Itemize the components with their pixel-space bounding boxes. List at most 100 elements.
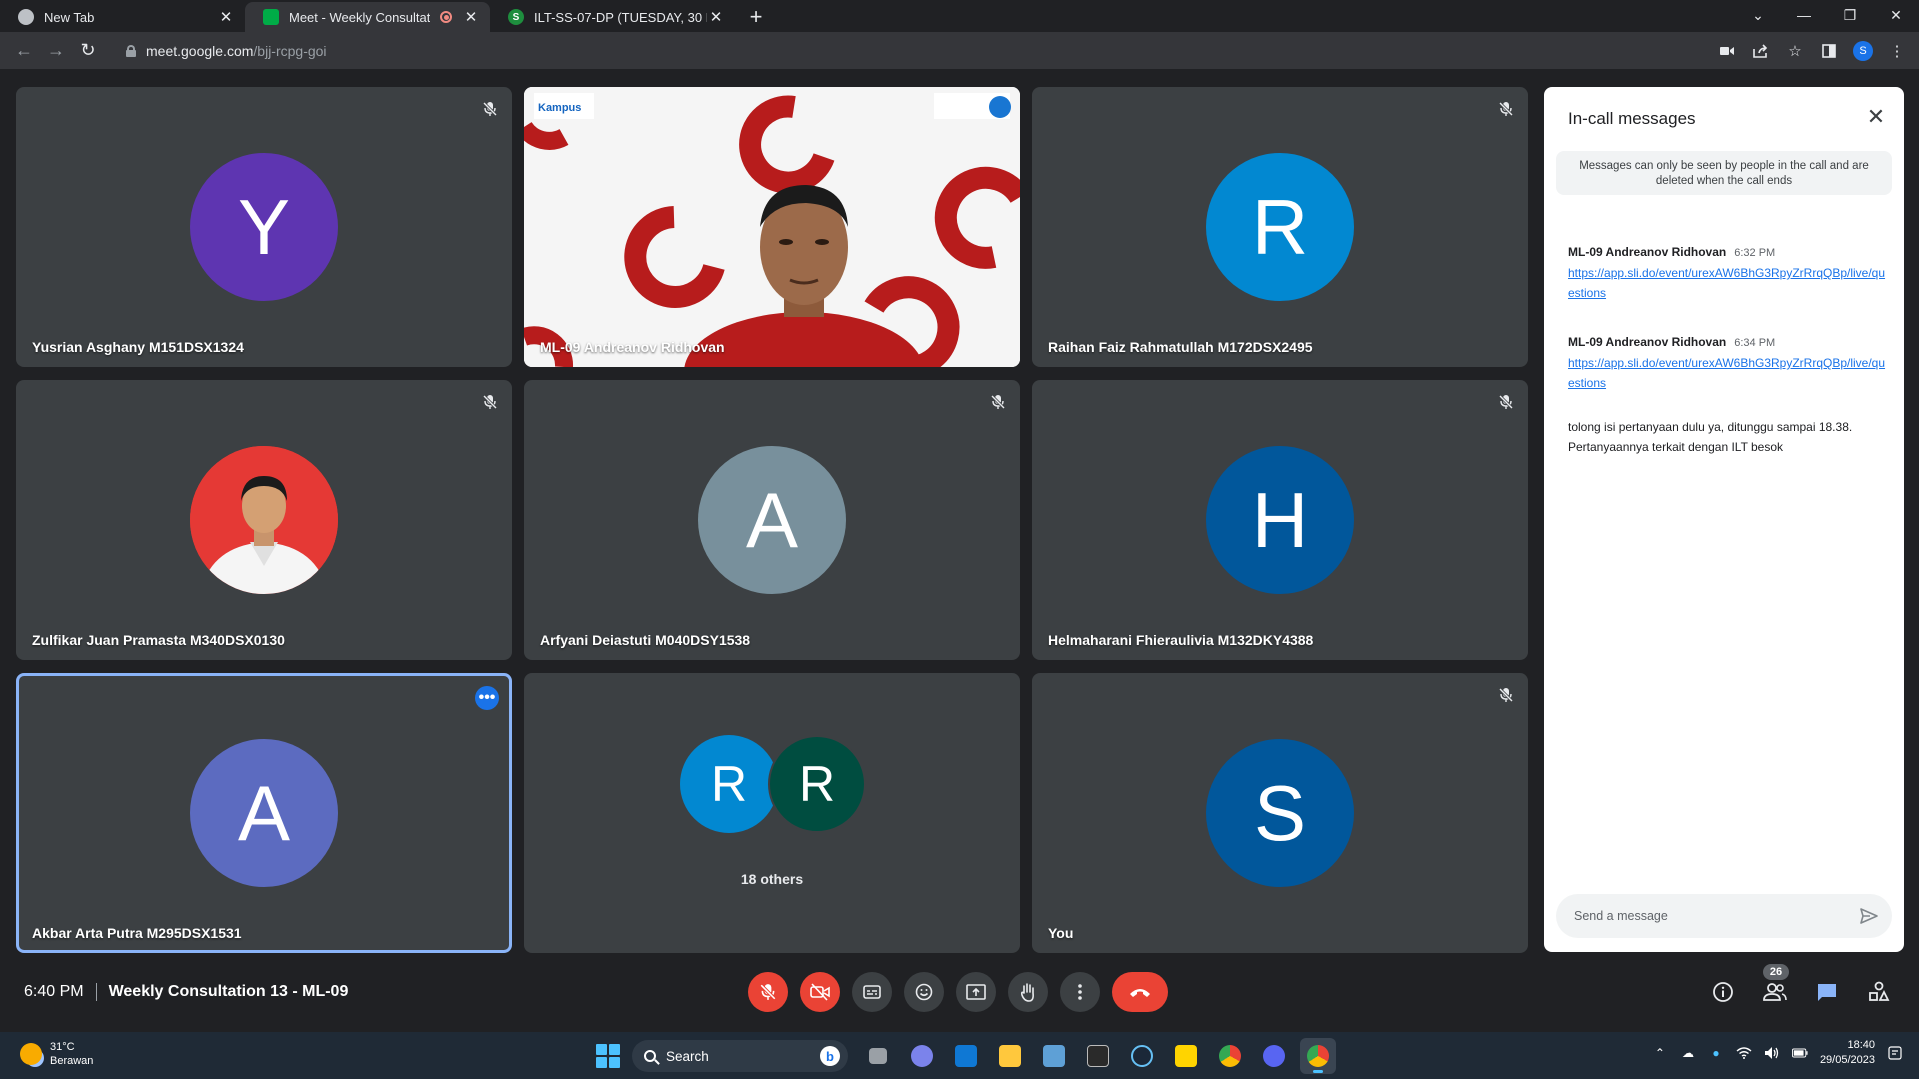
lock-icon — [126, 44, 136, 57]
camera-off-icon — [810, 983, 830, 1001]
mic-off-icon — [760, 984, 776, 1000]
participant-name: Akbar Arta Putra M295DSX1531 — [32, 925, 242, 941]
sticky-notes-icon[interactable] — [1168, 1038, 1204, 1074]
participant-name: ML-09 Andreanov Ridhovan — [540, 339, 725, 355]
close-window-button[interactable]: ✕ — [1873, 0, 1919, 30]
onedrive-icon[interactable]: ☁ — [1680, 1045, 1696, 1061]
chrome-icon[interactable] — [1212, 1038, 1248, 1074]
taskbar-search[interactable]: Search b — [632, 1040, 848, 1072]
tab-ilt[interactable]: S ILT-SS-07-DP (TUESDAY, 30 MAY ✕ — [490, 2, 735, 32]
participant-tile[interactable]: A Arfyani Deiastuti M040DSY1538 — [524, 380, 1020, 660]
profile-avatar[interactable]: S — [1849, 37, 1877, 65]
others-tile[interactable]: R R 18 others — [524, 673, 1020, 953]
chevron-up-icon[interactable]: ⌃ — [1652, 1045, 1668, 1061]
chat-button[interactable] — [1807, 972, 1847, 1012]
participant-name: Helmaharani Fhieraulivia M132DKY4388 — [1048, 632, 1314, 648]
participant-tile-selected[interactable]: A ••• Akbar Arta Putra M295DSX1531 — [16, 673, 512, 953]
microphone-icon[interactable]: ● — [1708, 1045, 1724, 1061]
new-tab-button[interactable]: + — [741, 2, 771, 32]
svg-text:Kampus: Kampus — [538, 102, 581, 114]
message-link[interactable]: https://app.sli.do/event/urexAW6BhG3RpyZ… — [1568, 266, 1885, 300]
file-explorer-icon[interactable] — [992, 1038, 1028, 1074]
captions-button[interactable] — [852, 972, 892, 1012]
tab-title: New Tab — [44, 9, 95, 25]
weather-condition: Berawan — [50, 1055, 94, 1067]
back-button[interactable]: ← — [8, 36, 40, 66]
tab-title: ILT-SS-07-DP (TUESDAY, 30 MAY — [534, 9, 707, 25]
bookmark-star-icon[interactable]: ☆ — [1781, 37, 1809, 65]
close-icon[interactable]: ✕ — [1864, 104, 1888, 129]
participant-video-tile[interactable]: Kampus ML-09 Andreanov Ridhovan — [524, 87, 1020, 367]
send-icon[interactable] — [1858, 905, 1880, 927]
minimize-button[interactable]: — — [1781, 0, 1827, 30]
message-time: 6:32 PM — [1734, 247, 1776, 259]
steam-icon[interactable] — [1124, 1038, 1160, 1074]
chat-icon — [1818, 984, 1836, 1001]
participant-tile[interactable]: Y Yusrian Asghany M151DSX1324 — [16, 87, 512, 367]
clock[interactable]: 18:40 29/05/2023 — [1820, 1038, 1875, 1068]
tab-new-tab[interactable]: New Tab ✕ — [0, 2, 245, 32]
participant-tile[interactable]: R Raihan Faiz Rahmatullah M172DSX2495 — [1032, 87, 1528, 367]
participant-tile[interactable]: Zulfikar Juan Pramasta M340DSX0130 — [16, 380, 512, 660]
close-icon[interactable]: ✕ — [707, 8, 725, 26]
meeting-details-button[interactable] — [1703, 972, 1743, 1012]
message-time: 6:34 PM — [1734, 337, 1776, 349]
leave-call-button[interactable] — [1112, 972, 1168, 1012]
message-link[interactable]: https://app.sli.do/event/urexAW6BhG3RpyZ… — [1568, 356, 1885, 390]
message-sender: ML-09 Andreanov Ridhovan — [1568, 335, 1727, 349]
kebab-menu-icon[interactable]: ⋮ — [1883, 37, 1911, 65]
forward-button[interactable]: → — [40, 36, 72, 66]
task-view-icon[interactable] — [860, 1038, 896, 1074]
weather-widget[interactable]: 31°C Berawan — [20, 1040, 93, 1068]
chevron-down-icon[interactable]: ⌄ — [1735, 0, 1781, 30]
windows-taskbar: 31°C Berawan Search b ⌃ ☁ ● 18:40 29/05/… — [0, 1032, 1919, 1079]
epic-games-icon[interactable] — [1080, 1038, 1116, 1074]
discord-icon[interactable] — [1256, 1038, 1292, 1074]
avatar: R — [768, 735, 866, 833]
notifications-icon[interactable] — [1887, 1045, 1903, 1061]
more-options-button[interactable] — [1060, 972, 1100, 1012]
browser-tabstrip: New Tab ✕ Meet - Weekly Consultation ✕ S… — [0, 0, 1919, 32]
meeting-time: 6:40 PM — [24, 983, 84, 1000]
mail-icon[interactable] — [948, 1038, 984, 1074]
activities-icon — [1869, 981, 1890, 1001]
share-icon[interactable] — [1747, 37, 1775, 65]
close-icon[interactable]: ✕ — [462, 8, 480, 26]
chrome-profile-icon[interactable] — [1300, 1038, 1336, 1074]
captions-icon — [863, 985, 881, 999]
activities-button[interactable] — [1859, 972, 1899, 1012]
camera-toggle-button[interactable] — [800, 972, 840, 1012]
wifi-icon[interactable] — [1736, 1045, 1752, 1061]
call-controls — [748, 972, 1168, 1012]
address-bar[interactable]: meet.google.com/bjj-rcpg-goi — [112, 36, 1713, 66]
raise-hand-button[interactable] — [1008, 972, 1048, 1012]
reload-button[interactable]: ↻ — [72, 36, 104, 66]
people-button[interactable]: 26 — [1755, 964, 1795, 1012]
reactions-button[interactable] — [904, 972, 944, 1012]
mic-toggle-button[interactable] — [748, 972, 788, 1012]
battery-icon[interactable] — [1791, 1045, 1808, 1061]
tab-meet[interactable]: Meet - Weekly Consultation ✕ — [245, 2, 490, 32]
info-icon — [1713, 982, 1733, 1002]
self-tile[interactable]: S You — [1032, 673, 1528, 953]
volume-icon[interactable] — [1764, 1045, 1780, 1061]
camera-icon[interactable] — [1713, 37, 1741, 65]
message-input[interactable] — [1574, 909, 1858, 923]
participant-tile[interactable]: H Helmaharani Fhieraulivia M132DKY4388 — [1032, 380, 1528, 660]
weather-icon — [20, 1043, 42, 1065]
close-icon[interactable]: ✕ — [217, 8, 235, 26]
restore-button[interactable]: ❐ — [1827, 0, 1873, 30]
participant-name: Yusrian Asghany M151DSX1324 — [32, 339, 244, 355]
send-message-box — [1556, 894, 1892, 938]
temperature: 31°C — [50, 1041, 75, 1053]
message-text: tolong isi pertanyaan dulu ya, ditunggu … — [1568, 420, 1853, 454]
more-options-button[interactable]: ••• — [475, 686, 499, 710]
emoji-icon — [915, 983, 933, 1001]
meeting-info: 6:40 PM Weekly Consultation 13 - ML-09 — [24, 983, 348, 1001]
start-button[interactable] — [596, 1044, 620, 1068]
side-panel-icon[interactable] — [1815, 37, 1843, 65]
photos-icon[interactable] — [1036, 1038, 1072, 1074]
teams-chat-icon[interactable] — [904, 1038, 940, 1074]
present-button[interactable] — [956, 972, 996, 1012]
bing-icon[interactable]: b — [820, 1046, 840, 1066]
